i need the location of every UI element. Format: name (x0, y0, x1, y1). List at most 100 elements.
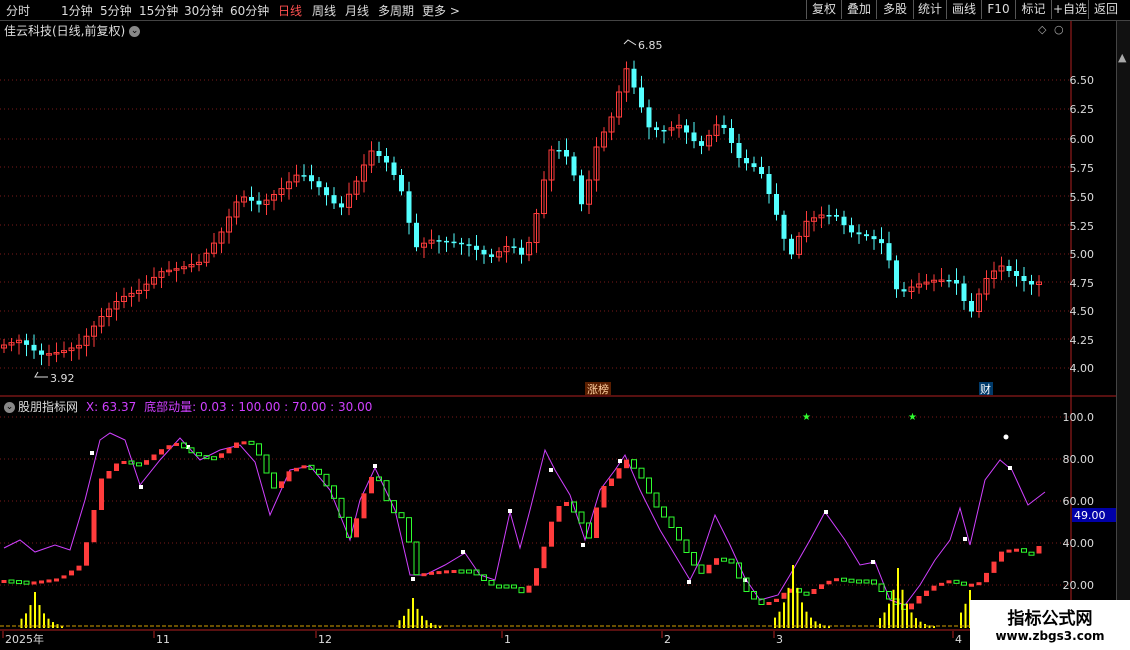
low-price-label: 3.92 (50, 372, 75, 385)
up-brick (294, 468, 299, 472)
up-brick (542, 547, 547, 569)
down-brick (1029, 552, 1034, 555)
down-brick (864, 580, 869, 583)
price-tick: 4.50 (1070, 305, 1095, 318)
up-brick (624, 460, 629, 469)
down-brick (129, 461, 134, 464)
down-candle (759, 167, 764, 174)
price-tick: 5.00 (1070, 248, 1095, 261)
up-brick (107, 471, 112, 479)
down-candle (572, 157, 577, 176)
up-brick (917, 596, 922, 604)
down-candle (564, 150, 569, 157)
down-candle (632, 69, 637, 88)
indicator-tick: 20.00 (1063, 579, 1095, 592)
up-brick (167, 445, 172, 449)
up-brick (2, 580, 7, 583)
down-brick (212, 457, 217, 460)
up-brick (429, 572, 434, 575)
candlesticks (2, 61, 1042, 367)
time-tick: 2025年 (5, 632, 44, 646)
star-icon: ★ (908, 412, 917, 423)
scroll-indicator-icon: ▲ (1118, 51, 1126, 64)
down-candle (879, 239, 884, 243)
price-tick: 6.25 (1070, 103, 1095, 116)
down-candle (309, 175, 314, 181)
down-brick (392, 501, 397, 513)
down-candle (947, 280, 952, 282)
down-brick (804, 592, 809, 595)
up-brick (999, 552, 1004, 562)
price-tick: 6.50 (1070, 74, 1095, 87)
down-candle (437, 240, 442, 242)
up-brick (924, 591, 929, 596)
down-brick (677, 528, 682, 541)
up-brick (437, 571, 442, 574)
price-tick: 5.75 (1070, 162, 1095, 175)
down-candle (887, 243, 892, 260)
up-brick (602, 486, 607, 508)
down-candle (444, 241, 449, 243)
down-brick (752, 592, 757, 600)
low-arrow-icon (35, 372, 48, 377)
diamond-icon[interactable]: ◇ (1038, 23, 1047, 36)
up-brick (1007, 550, 1012, 553)
down-candle (579, 175, 584, 204)
up-brick (62, 575, 67, 578)
high-price-label: 6.85 (638, 39, 663, 52)
up-brick (144, 460, 149, 465)
right-sidebar[interactable]: ▲ (1116, 21, 1130, 650)
current-value: 49.00 (1074, 509, 1106, 522)
down-brick (264, 455, 269, 473)
down-brick (272, 473, 277, 488)
time-tick: 11 (156, 633, 170, 646)
price-tick: 4.00 (1070, 362, 1095, 375)
up-brick (422, 573, 427, 576)
up-brick (444, 570, 449, 573)
up-brick (527, 586, 532, 593)
down-brick (872, 580, 877, 584)
down-brick (497, 585, 502, 588)
star-icon: ★ (802, 412, 811, 423)
down-candle (767, 174, 772, 194)
down-brick (414, 542, 419, 575)
up-brick (549, 522, 554, 547)
down-candle (692, 132, 697, 141)
watermark: 指标公式网 www.zbgs3.com (970, 600, 1130, 650)
up-brick (279, 481, 284, 488)
up-brick (54, 578, 59, 581)
up-brick (782, 593, 787, 599)
signal-dot (1008, 466, 1012, 470)
down-brick (137, 463, 142, 466)
down-candle (894, 260, 899, 289)
circle-icon[interactable]: ○ (1054, 23, 1064, 36)
down-brick (1022, 549, 1027, 553)
indicator-tick: 40.00 (1063, 537, 1095, 550)
up-brick (977, 582, 982, 585)
up-brick (609, 479, 614, 487)
down-brick (249, 441, 254, 444)
down-candle (519, 248, 524, 255)
up-brick (302, 465, 307, 468)
down-candle (902, 289, 907, 291)
grid-lines (0, 80, 1071, 585)
price-tick: 4.25 (1070, 334, 1095, 347)
price-tick: 6.00 (1070, 133, 1095, 146)
up-brick (287, 471, 292, 481)
down-brick (399, 513, 404, 518)
indicator-series: ★ ★ (0, 412, 1071, 628)
indicator-tick: 60.00 (1063, 495, 1095, 508)
up-brick (909, 604, 914, 610)
down-brick (317, 469, 322, 474)
signal-dot (581, 543, 585, 547)
down-candle (872, 236, 877, 239)
down-candle (834, 215, 839, 217)
time-tick: 1 (504, 633, 511, 646)
down-candle (39, 351, 44, 355)
up-brick (947, 580, 952, 583)
signal-dot (461, 550, 465, 554)
chart-canvas[interactable]: ★ ★ 6.50 6.25 6.00 5.75 5.50 5.25 5.00 4.… (0, 0, 1116, 650)
signal-dot (871, 560, 875, 564)
up-brick (47, 579, 52, 582)
down-candle (467, 244, 472, 246)
